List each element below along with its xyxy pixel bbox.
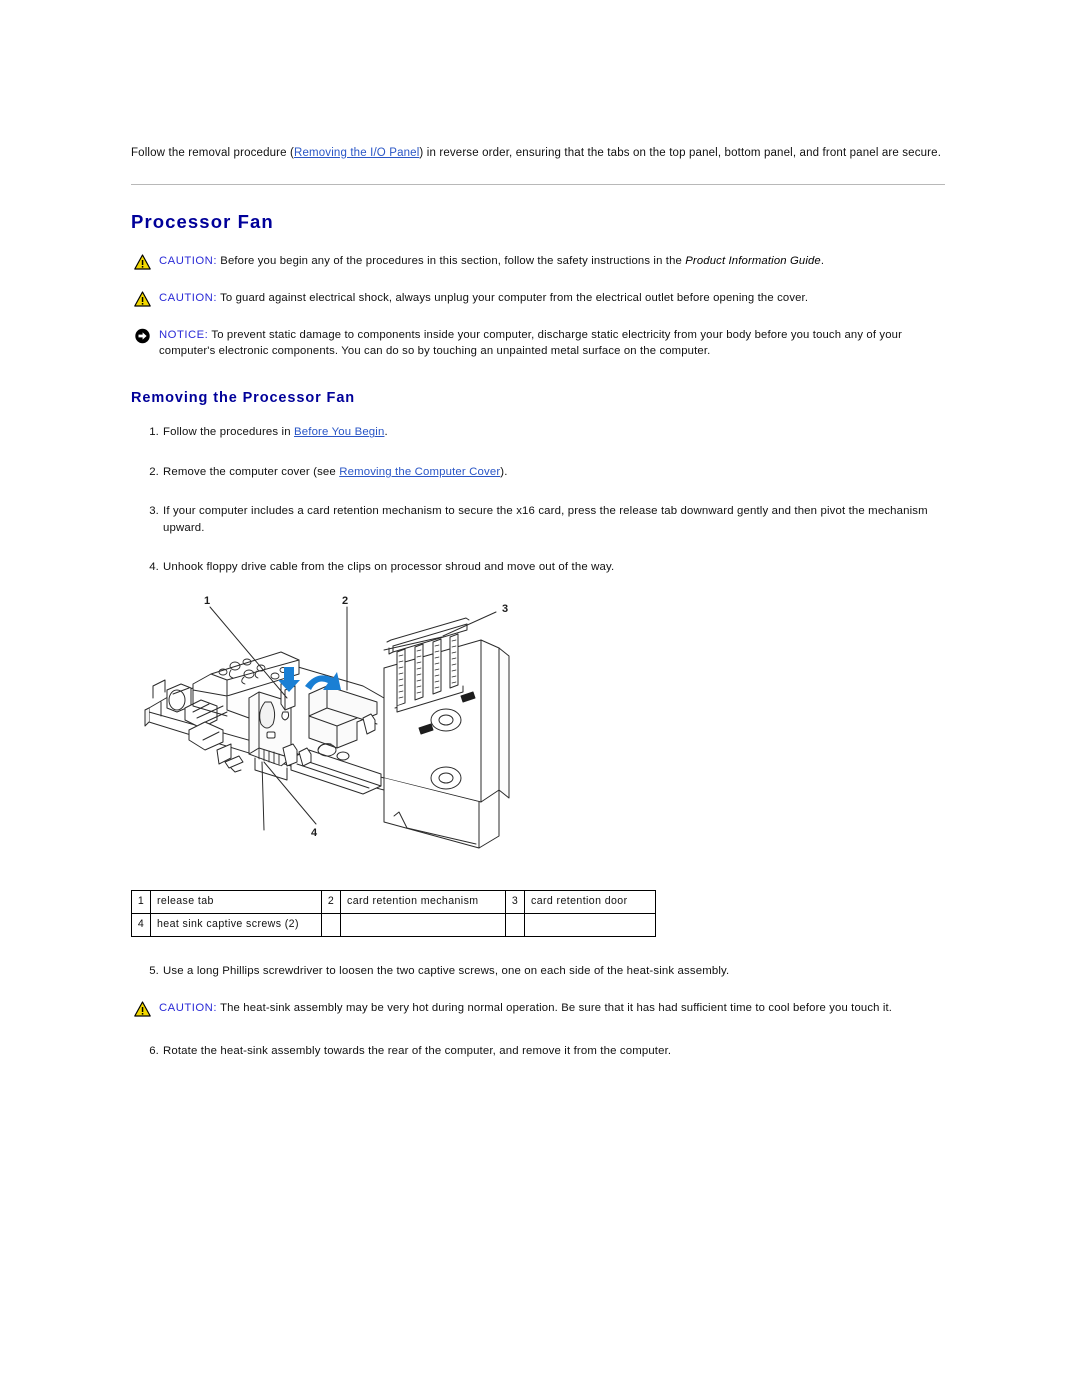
subsection-title: Removing the Processor Fan (131, 390, 356, 407)
notice-keyword: NOTICE: (159, 328, 209, 341)
link-removing-computer-cover[interactable]: Removing the Computer Cover (339, 466, 500, 478)
notice-static-damage: NOTICE: To prevent static damage to comp… (131, 327, 945, 361)
intro-text-after: ) in reverse order, ensuring that the ta… (419, 147, 942, 159)
legend-label (340, 912, 506, 937)
legend-number: 1 (131, 889, 151, 914)
caution-text-after: . (820, 254, 825, 267)
notice-circle-icon (134, 328, 151, 344)
page-title: Processor Fan (131, 210, 274, 232)
step-number: 6. (149, 1045, 159, 1058)
section-divider (131, 183, 945, 185)
legend-number (321, 912, 341, 937)
step-number: 5. (149, 964, 159, 977)
notice-text: To prevent static damage to components i… (159, 328, 902, 358)
list-item: 2. Remove the computer cover (see Removin… (131, 464, 945, 481)
caution-keyword: CAUTION: (159, 1002, 217, 1015)
callout-number-4: 4 (311, 827, 318, 839)
step-text: If your computer includes a card retenti… (163, 504, 928, 534)
step-text: Unhook floppy drive cable from the clips… (163, 560, 615, 573)
list-item: 1. Follow the procedures in Before You Be… (131, 424, 945, 441)
warning-triangle-icon (134, 291, 151, 307)
document-page: Follow the removal procedure (Removing t… (131, 0, 945, 1060)
intro-text-before: Follow the removal procedure ( (131, 147, 295, 159)
legend-label (524, 912, 656, 937)
legend-number (505, 912, 525, 937)
step-number: 4. (149, 560, 159, 573)
procedure-steps-list-final: 6. Rotate the heat-sink assembly towards … (131, 1043, 945, 1060)
caution-italic-reference: Product Information Guide (685, 254, 821, 267)
intro-paragraph: Follow the removal procedure (Removing t… (131, 145, 945, 162)
caution-electrical-shock: CAUTION: To guard against electrical sho… (131, 290, 945, 307)
step-number: 2. (149, 465, 159, 478)
step-text: Use a long Phillips screwdriver to loose… (163, 964, 730, 977)
link-before-you-begin[interactable]: Before You Begin (294, 426, 384, 438)
legend-number: 4 (131, 912, 151, 937)
list-item: 5. Use a long Phillips screwdriver to loo… (131, 963, 945, 980)
caution-product-information-guide: CAUTION: Before you begin any of the pro… (131, 253, 945, 270)
procedure-steps-list-continued: 5. Use a long Phillips screwdriver to loo… (131, 963, 945, 980)
table-row: 1 release tab 2 card retention mechanism… (131, 889, 656, 914)
caution-hot-heatsink: CAUTION: The heat-sink assembly may be v… (131, 1000, 945, 1017)
legend-number: 2 (321, 889, 341, 914)
legend-label: card retention door (524, 889, 656, 914)
list-item: 3. If your computer includes a card reten… (131, 503, 945, 537)
caution-text-before: Before you begin any of the procedures i… (216, 254, 686, 267)
link-removing-io-panel[interactable]: Removing the I/O Panel (294, 147, 419, 159)
step-number: 1. (149, 426, 159, 439)
caution-text: To guard against electrical shock, alway… (216, 291, 809, 304)
step-text-after: ). (500, 465, 508, 478)
callout-number-2: 2 (342, 595, 348, 607)
caution-keyword: CAUTION: (159, 254, 217, 267)
list-item: 4. Unhook floppy drive cable from the cli… (131, 559, 945, 576)
procedure-steps-list: 1. Follow the procedures in Before You Be… (131, 424, 945, 576)
caution-keyword: CAUTION: (159, 291, 217, 304)
list-item: 6. Rotate the heat-sink assembly towards … (131, 1043, 945, 1060)
legend-label: release tab (150, 889, 322, 914)
callout-number-1: 1 (204, 595, 210, 607)
callout-number-3: 3 (502, 603, 508, 615)
warning-triangle-icon (134, 254, 151, 270)
step-number: 3. (149, 504, 159, 517)
legend-label: card retention mechanism (340, 889, 506, 914)
legend-label: heat sink captive screws (2) (150, 912, 322, 937)
warning-triangle-icon (134, 1001, 151, 1017)
step-text: Rotate the heat-sink assembly towards th… (163, 1045, 672, 1058)
chassis-illustration: 1 2 3 4 (131, 590, 551, 878)
post-figure-steps: 5. Use a long Phillips screwdriver to loo… (131, 963, 945, 1060)
legend-number: 3 (505, 889, 525, 914)
caution-text: The heat-sink assembly may be very hot d… (216, 1002, 893, 1015)
figure-legend-table: 1 release tab 2 card retention mechanism… (131, 889, 656, 937)
step-text-before: Remove the computer cover (see (163, 465, 340, 478)
step-text-after: . (384, 426, 388, 439)
step-text-before: Follow the procedures in (163, 426, 295, 439)
table-row: 4 heat sink captive screws (2) (131, 912, 656, 937)
